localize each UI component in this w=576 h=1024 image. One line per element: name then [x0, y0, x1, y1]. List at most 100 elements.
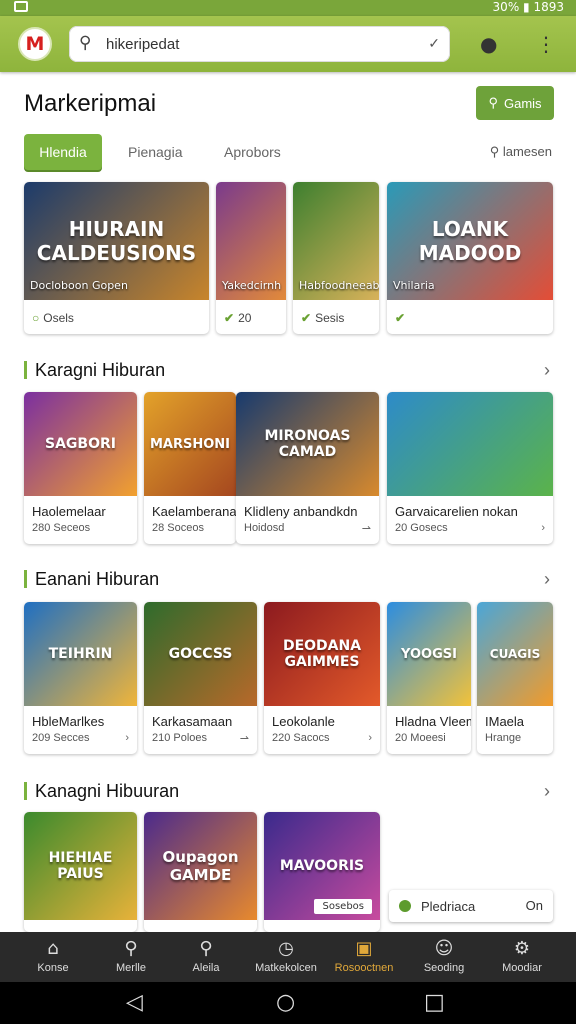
- game-count: 210 Poloes: [152, 732, 208, 744]
- nav-item-library[interactable]: ▣ Rosooctnen: [329, 932, 399, 982]
- game-art: MARSHONI: [144, 392, 236, 496]
- featured-art: Yakedcirnh: [216, 182, 286, 300]
- games-button[interactable]: ⚲ Gamis: [476, 86, 554, 120]
- chevron-right-icon[interactable]: ›: [368, 732, 372, 744]
- status-bar: 30% ▮ 1893: [0, 0, 576, 16]
- game-card[interactable]: Oupagon GAMDE: [144, 812, 257, 932]
- check-icon: ✔: [301, 311, 312, 325]
- profile-icon[interactable]: ●: [480, 32, 497, 56]
- featured-footer: ✔ Sesis: [301, 311, 345, 325]
- leaf-icon: [399, 900, 411, 912]
- logo-letter: M: [25, 33, 45, 55]
- floating-toggle-chip[interactable]: Pledriaca On: [389, 890, 553, 922]
- check-icon: ✔: [224, 311, 235, 325]
- game-art: MAVOORIS Sosebos: [264, 812, 380, 920]
- featured-art-label: Yakedcirnh: [222, 279, 282, 292]
- arrow-icon[interactable]: ⇀: [240, 732, 249, 745]
- back-icon[interactable]: ◁: [126, 990, 143, 1015]
- page-title: Markeripmai: [24, 90, 157, 117]
- featured-footer: ✔ 20: [224, 311, 252, 325]
- clock-icon: ◷: [278, 938, 294, 959]
- chevron-right-icon[interactable]: ›: [541, 522, 545, 534]
- profile-icon: ☺: [434, 938, 454, 959]
- app-logo[interactable]: M: [18, 27, 52, 61]
- featured-card[interactable]: Yakedcirnh ✔ 20: [216, 182, 286, 334]
- tab-aprobors[interactable]: Aprobors: [224, 134, 281, 170]
- game-title: Haolemelaar: [32, 504, 106, 519]
- featured-art-label: Habfoodneeab: [299, 279, 379, 292]
- featured-art: LOANK MADOOD Vhilaria: [387, 182, 553, 300]
- game-card[interactable]: HIEHIAE PAIUS: [24, 812, 137, 932]
- featured-footer: ✔: [395, 311, 409, 325]
- game-card[interactable]: MAVOORIS Sosebos: [264, 812, 380, 932]
- game-count: Hoidosd: [244, 522, 285, 534]
- game-art: [387, 392, 553, 496]
- game-badge: Sosebos: [314, 899, 372, 914]
- games-button-label: Gamis: [503, 95, 542, 111]
- game-card[interactable]: MIRONOAS CAMAD Klidleny anbandkdn Hoidos…: [236, 392, 379, 544]
- game-card[interactable]: YOOGSI Hladna Vleems 20 Moeesi: [387, 602, 471, 754]
- game-title: HbleMarlkes: [32, 714, 105, 729]
- game-count: Hrange: [485, 732, 522, 744]
- filter-label: lamesen: [502, 144, 552, 159]
- featured-art: HIURAIN CALDEUSIONS Docloboon Gopen: [24, 182, 209, 300]
- game-art: MIRONOAS CAMAD: [236, 392, 379, 496]
- arrow-icon[interactable]: ⇀: [362, 522, 371, 535]
- game-title: Leokolanle: [272, 714, 335, 729]
- featured-card[interactable]: LOANK MADOOD Vhilaria ✔: [387, 182, 553, 334]
- check-icon: ○: [32, 311, 40, 325]
- game-title: Karkasamaan: [152, 714, 233, 729]
- recents-icon[interactable]: □: [424, 990, 445, 1015]
- tab-filter[interactable]: ⚲ lamesen: [490, 144, 552, 160]
- tab-pienagia[interactable]: Pienagia: [128, 134, 183, 170]
- featured-footer: ○ Osels: [32, 311, 74, 325]
- notification-icon: [14, 1, 28, 12]
- game-count: 209 Secces: [32, 732, 90, 744]
- game-title: Klidleny anbandkdn: [244, 504, 358, 519]
- featured-card[interactable]: Habfoodneeab ✔ Sesis: [293, 182, 379, 334]
- app-bar: M ⚲ hikeripedat ✓ ● ⋮: [0, 16, 576, 72]
- home-icon: ⌂: [47, 938, 59, 959]
- system-navigation: ◁ ○ □: [0, 982, 576, 1024]
- chevron-right-icon[interactable]: ›: [125, 732, 129, 744]
- nav-item-explore[interactable]: ⚲ Aleila: [171, 932, 241, 982]
- game-title: Garvaicarelien nokan: [395, 504, 518, 519]
- featured-card[interactable]: HIURAIN CALDEUSIONS Docloboon Gopen ○ Osel…: [24, 182, 209, 334]
- game-art: HIEHIAE PAIUS: [24, 812, 137, 920]
- chevron-right-icon[interactable]: ›: [544, 569, 550, 590]
- game-card[interactable]: DEODANA GAIMMES Leokolanle 220 Sacocs ›: [264, 602, 380, 754]
- bottom-navigation: ⌂ Konse ⚲ Merlle ⚲ Aleila ◷ Matkekolcen ▣ Ros…: [0, 932, 576, 982]
- featured-art-label: Docloboon Gopen: [30, 279, 128, 292]
- game-title: Hladna Vleems: [395, 714, 471, 729]
- game-card[interactable]: Garvaicarelien nokan 20 Gosecs ›: [387, 392, 553, 544]
- game-card[interactable]: TEIHRIN HbleMarlkes 209 Secces ›: [24, 602, 137, 754]
- game-card[interactable]: GOCCSS Karkasamaan 210 Poloes ⇀: [144, 602, 257, 754]
- game-art: GOCCSS: [144, 602, 257, 706]
- check-icon[interactable]: ✓: [428, 35, 440, 52]
- home-button-icon[interactable]: ○: [276, 990, 295, 1015]
- game-count: 20 Moeesi: [395, 732, 446, 744]
- section-title: Karagni Hiburan: [24, 361, 165, 379]
- game-count: 220 Sacocs: [272, 732, 330, 744]
- game-card[interactable]: MARSHONI Kaelamberana 28 Soceos: [144, 392, 236, 544]
- chevron-right-icon[interactable]: ›: [544, 781, 550, 802]
- status-indicators: 30% ▮ 1893: [492, 0, 564, 14]
- featured-art: Habfoodneeab: [293, 182, 379, 300]
- chip-label: Pledriaca: [421, 899, 476, 914]
- chevron-right-icon[interactable]: ›: [544, 360, 550, 381]
- search-box[interactable]: ⚲ hikeripedat ✓: [69, 26, 450, 62]
- more-icon[interactable]: ⋮: [536, 32, 556, 56]
- search-input[interactable]: hikeripedat: [106, 36, 179, 53]
- nav-item-profile[interactable]: ☺ Seoding: [409, 932, 479, 982]
- nav-item-activity[interactable]: ◷ Matkekolcen: [251, 932, 321, 982]
- nav-item-settings[interactable]: ⚙ Moodiar: [487, 932, 557, 982]
- game-card[interactable]: SAGBORI Haolemelaar 280 Seceos: [24, 392, 137, 544]
- game-card[interactable]: CUAGIS IMaela Hrange: [477, 602, 553, 754]
- featured-art-label: Vhilaria: [393, 279, 435, 292]
- nav-item-search[interactable]: ⚲ Merlle: [96, 932, 166, 982]
- tab-hlendia[interactable]: Hlendia: [24, 134, 102, 170]
- game-title: Kaelamberana: [152, 504, 236, 519]
- toggle-switch[interactable]: On: [526, 898, 543, 913]
- nav-item-home[interactable]: ⌂ Konse: [18, 932, 88, 982]
- gear-icon: ⚙: [513, 938, 531, 959]
